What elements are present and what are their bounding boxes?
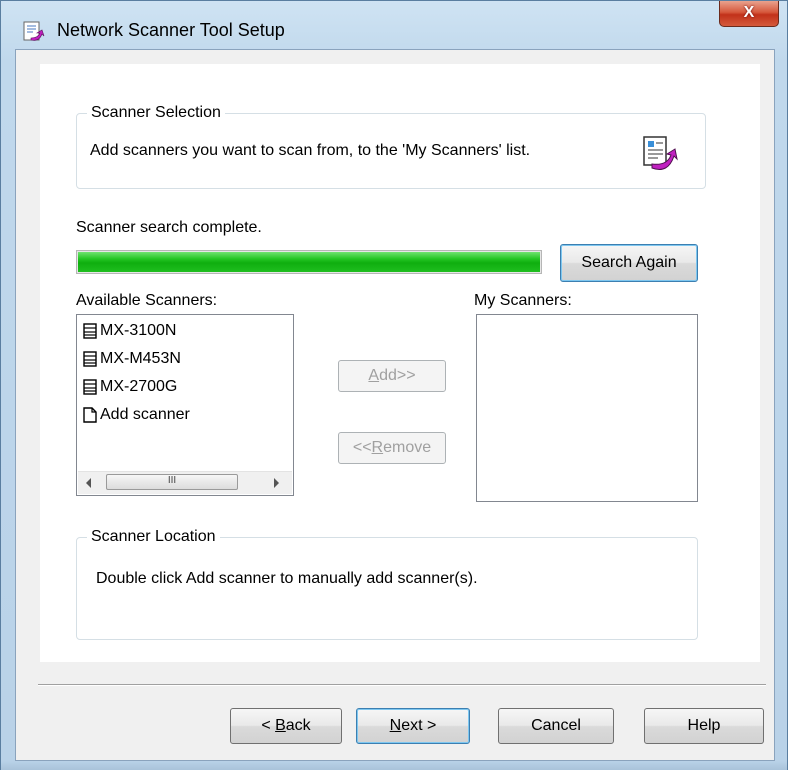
scanner-name: MX-2700G <box>100 378 178 395</box>
wizard-document-icon <box>643 136 678 170</box>
search-again-button[interactable]: Search Again <box>560 244 698 282</box>
search-status-text: Scanner search complete. <box>76 219 262 236</box>
available-scanners-label: Available Scanners: <box>76 292 218 309</box>
back-rest: ack <box>285 717 311 734</box>
scanner-name: MX-M453N <box>100 350 181 367</box>
list-item-mx-3100n[interactable]: MX-3100N <box>83 319 176 343</box>
add-rest: dd>> <box>379 367 416 384</box>
remove-rest: emove <box>383 439 432 456</box>
available-scanners-list[interactable]: MX-3100N MX-M453N MX-2700G Add scanner I… <box>76 314 294 496</box>
dialog-window: Network Scanner Tool Setup X Scanner Sel… <box>0 0 788 770</box>
setup-app-icon <box>23 21 45 41</box>
back-prefix: < <box>261 717 276 734</box>
back-button[interactable]: < Back <box>230 708 342 744</box>
help-button[interactable]: Help <box>644 708 764 744</box>
add-mnemonic: A <box>368 367 380 384</box>
remove-prefix: << <box>352 439 372 456</box>
scroll-thumb[interactable]: III <box>106 474 238 490</box>
remove-button[interactable]: <<Remove <box>338 432 446 464</box>
scanner-name: MX-3100N <box>100 322 177 339</box>
next-mnemonic: N <box>389 717 402 734</box>
back-mnemonic: B <box>275 717 286 734</box>
dialog-client-area: Scanner Selection Add scanners you want … <box>15 49 775 761</box>
document-icon <box>83 407 97 423</box>
scanner-selection-description: Add scanners you want to scan from, to t… <box>90 142 531 159</box>
next-rest: ext > <box>401 717 437 734</box>
scanner-icon <box>83 351 97 367</box>
cancel-button[interactable]: Cancel <box>498 708 614 744</box>
scroll-left-icon[interactable] <box>86 478 91 488</box>
scanner-location-text: Double click Add scanner to manually add… <box>96 570 478 587</box>
my-scanners-list[interactable] <box>476 314 698 502</box>
scanner-name: Add scanner <box>100 406 190 423</box>
add-button[interactable]: Add>> <box>338 360 446 392</box>
window-title: Network Scanner Tool Setup <box>57 20 285 40</box>
footer-divider <box>38 684 766 686</box>
my-scanners-label: My Scanners: <box>474 292 572 309</box>
window-bottom-border <box>1 761 787 770</box>
horizontal-scrollbar[interactable]: III <box>78 471 292 494</box>
next-button[interactable]: Next > <box>356 708 470 744</box>
scroll-right-icon[interactable] <box>274 478 279 488</box>
scanner-selection-legend: Scanner Selection <box>91 104 221 121</box>
progress-fill <box>78 252 540 272</box>
scanner-location-legend: Scanner Location <box>91 528 216 545</box>
list-item-mx-m453n[interactable]: MX-M453N <box>83 347 181 371</box>
search-progress-bar <box>76 250 542 274</box>
close-button[interactable]: X <box>719 1 779 27</box>
content-panel: Scanner Selection Add scanners you want … <box>40 64 760 662</box>
remove-mnemonic: R <box>371 439 384 456</box>
scanner-icon <box>83 379 97 395</box>
scanner-icon <box>83 323 97 339</box>
list-item-add-scanner[interactable]: Add scanner <box>83 403 190 427</box>
list-item-mx-2700g[interactable]: MX-2700G <box>83 375 177 399</box>
